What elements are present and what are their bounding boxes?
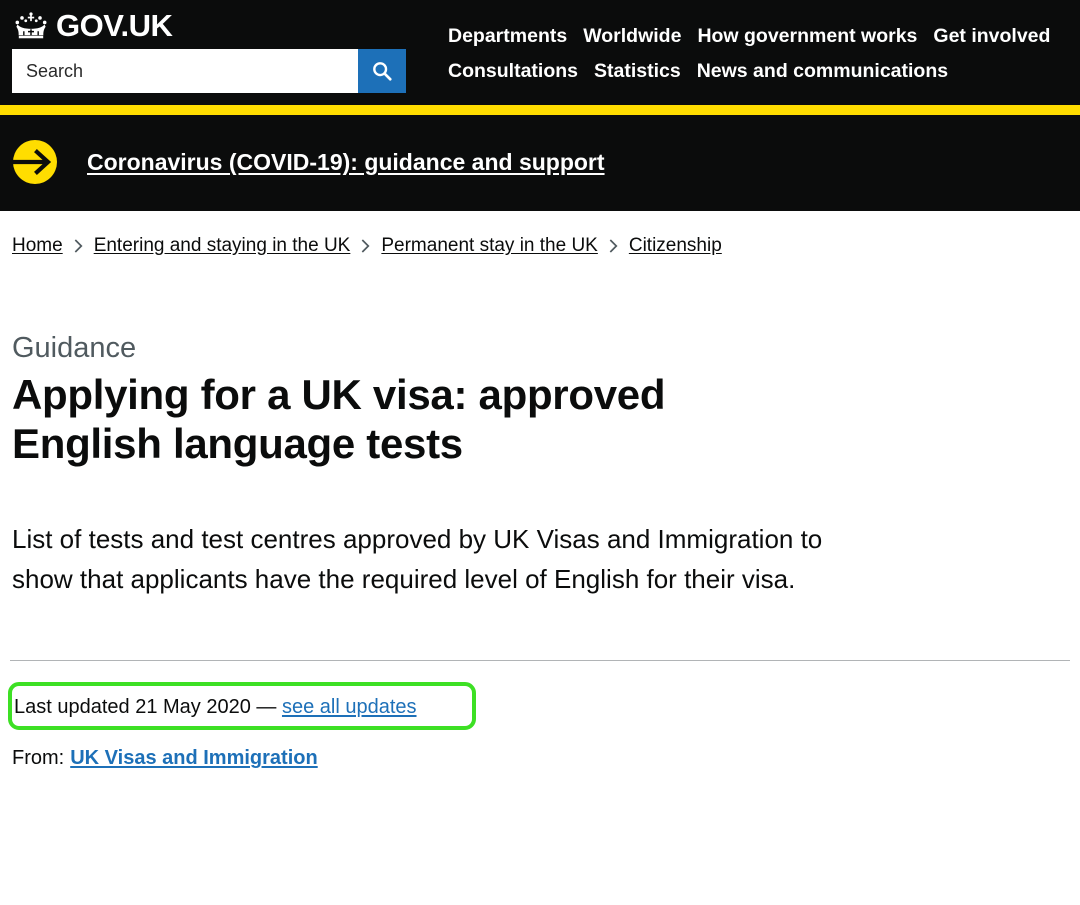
header-accent-bar [0,105,1080,115]
breadcrumb-item-citizenship[interactable]: Citizenship [629,235,722,257]
covid-banner[interactable]: Coronavirus (COVID-19): guidance and sup… [0,115,1080,211]
from-line: From: UK Visas and Immigration [12,743,1070,774]
breadcrumb: Home Entering and staying in the UK Perm… [10,211,1070,257]
govuk-logo-text: GOV.UK [56,8,173,43]
nav-item-get-involved[interactable]: Get involved [933,22,1050,50]
search-submit-button[interactable] [358,49,406,93]
from-organisation-link[interactable]: UK Visas and Immigration [70,747,317,769]
search-form[interactable] [12,49,406,93]
last-updated-line-visible: Last updated 21 May 2020 — see all updat… [14,692,417,723]
search-icon [373,62,392,81]
arrow-right-circle-icon [12,140,57,184]
nav-item-news-and-communications[interactable]: News and communications [697,57,948,85]
title-block: Guidance Applying for a UK visa: approve… [10,257,1070,468]
breadcrumb-item-entering-and-staying[interactable]: Entering and staying in the UK [94,235,351,257]
nav-item-consultations[interactable]: Consultations [448,57,578,85]
chevron-right-icon [609,239,618,253]
nav-item-departments[interactable]: Departments [448,22,567,50]
last-updated-text: Last updated 21 May 2020 — [14,696,282,719]
covid-banner-link[interactable]: Coronavirus (COVID-19): guidance and sup… [87,149,605,176]
breadcrumb-item-home[interactable]: Home [12,235,63,257]
main-content: Home Entering and staying in the UK Perm… [0,211,1080,774]
page-description: List of tests and test centres approved … [12,524,823,594]
publication-metadata: Published 20 November 2013 Last updated … [8,661,1070,774]
header-navigation: Departments Worldwide How government wor… [430,8,1070,93]
chevron-right-icon [361,239,370,253]
breadcrumb-item-permanent-stay[interactable]: Permanent stay in the UK [381,235,598,257]
search-input[interactable] [12,49,358,93]
nav-item-how-government-works[interactable]: How government works [697,22,917,50]
nav-item-worldwide[interactable]: Worldwide [583,22,681,50]
header-left: GOV.UK [10,8,430,105]
govuk-logo[interactable]: GOV.UK [10,8,430,49]
site-header: GOV.UK Departments Worldwide How governm… [0,0,1080,115]
see-all-updates-link[interactable]: see all updates [282,696,417,718]
page-title: Applying for a UK visa: approved English… [12,370,666,467]
content-type-label: Guidance [12,332,137,364]
from-label: From: [12,747,65,770]
nav-item-statistics[interactable]: Statistics [594,57,681,85]
crown-icon [15,11,47,38]
header-inner: GOV.UK Departments Worldwide How governm… [0,0,1080,105]
chevron-right-icon [74,239,83,253]
